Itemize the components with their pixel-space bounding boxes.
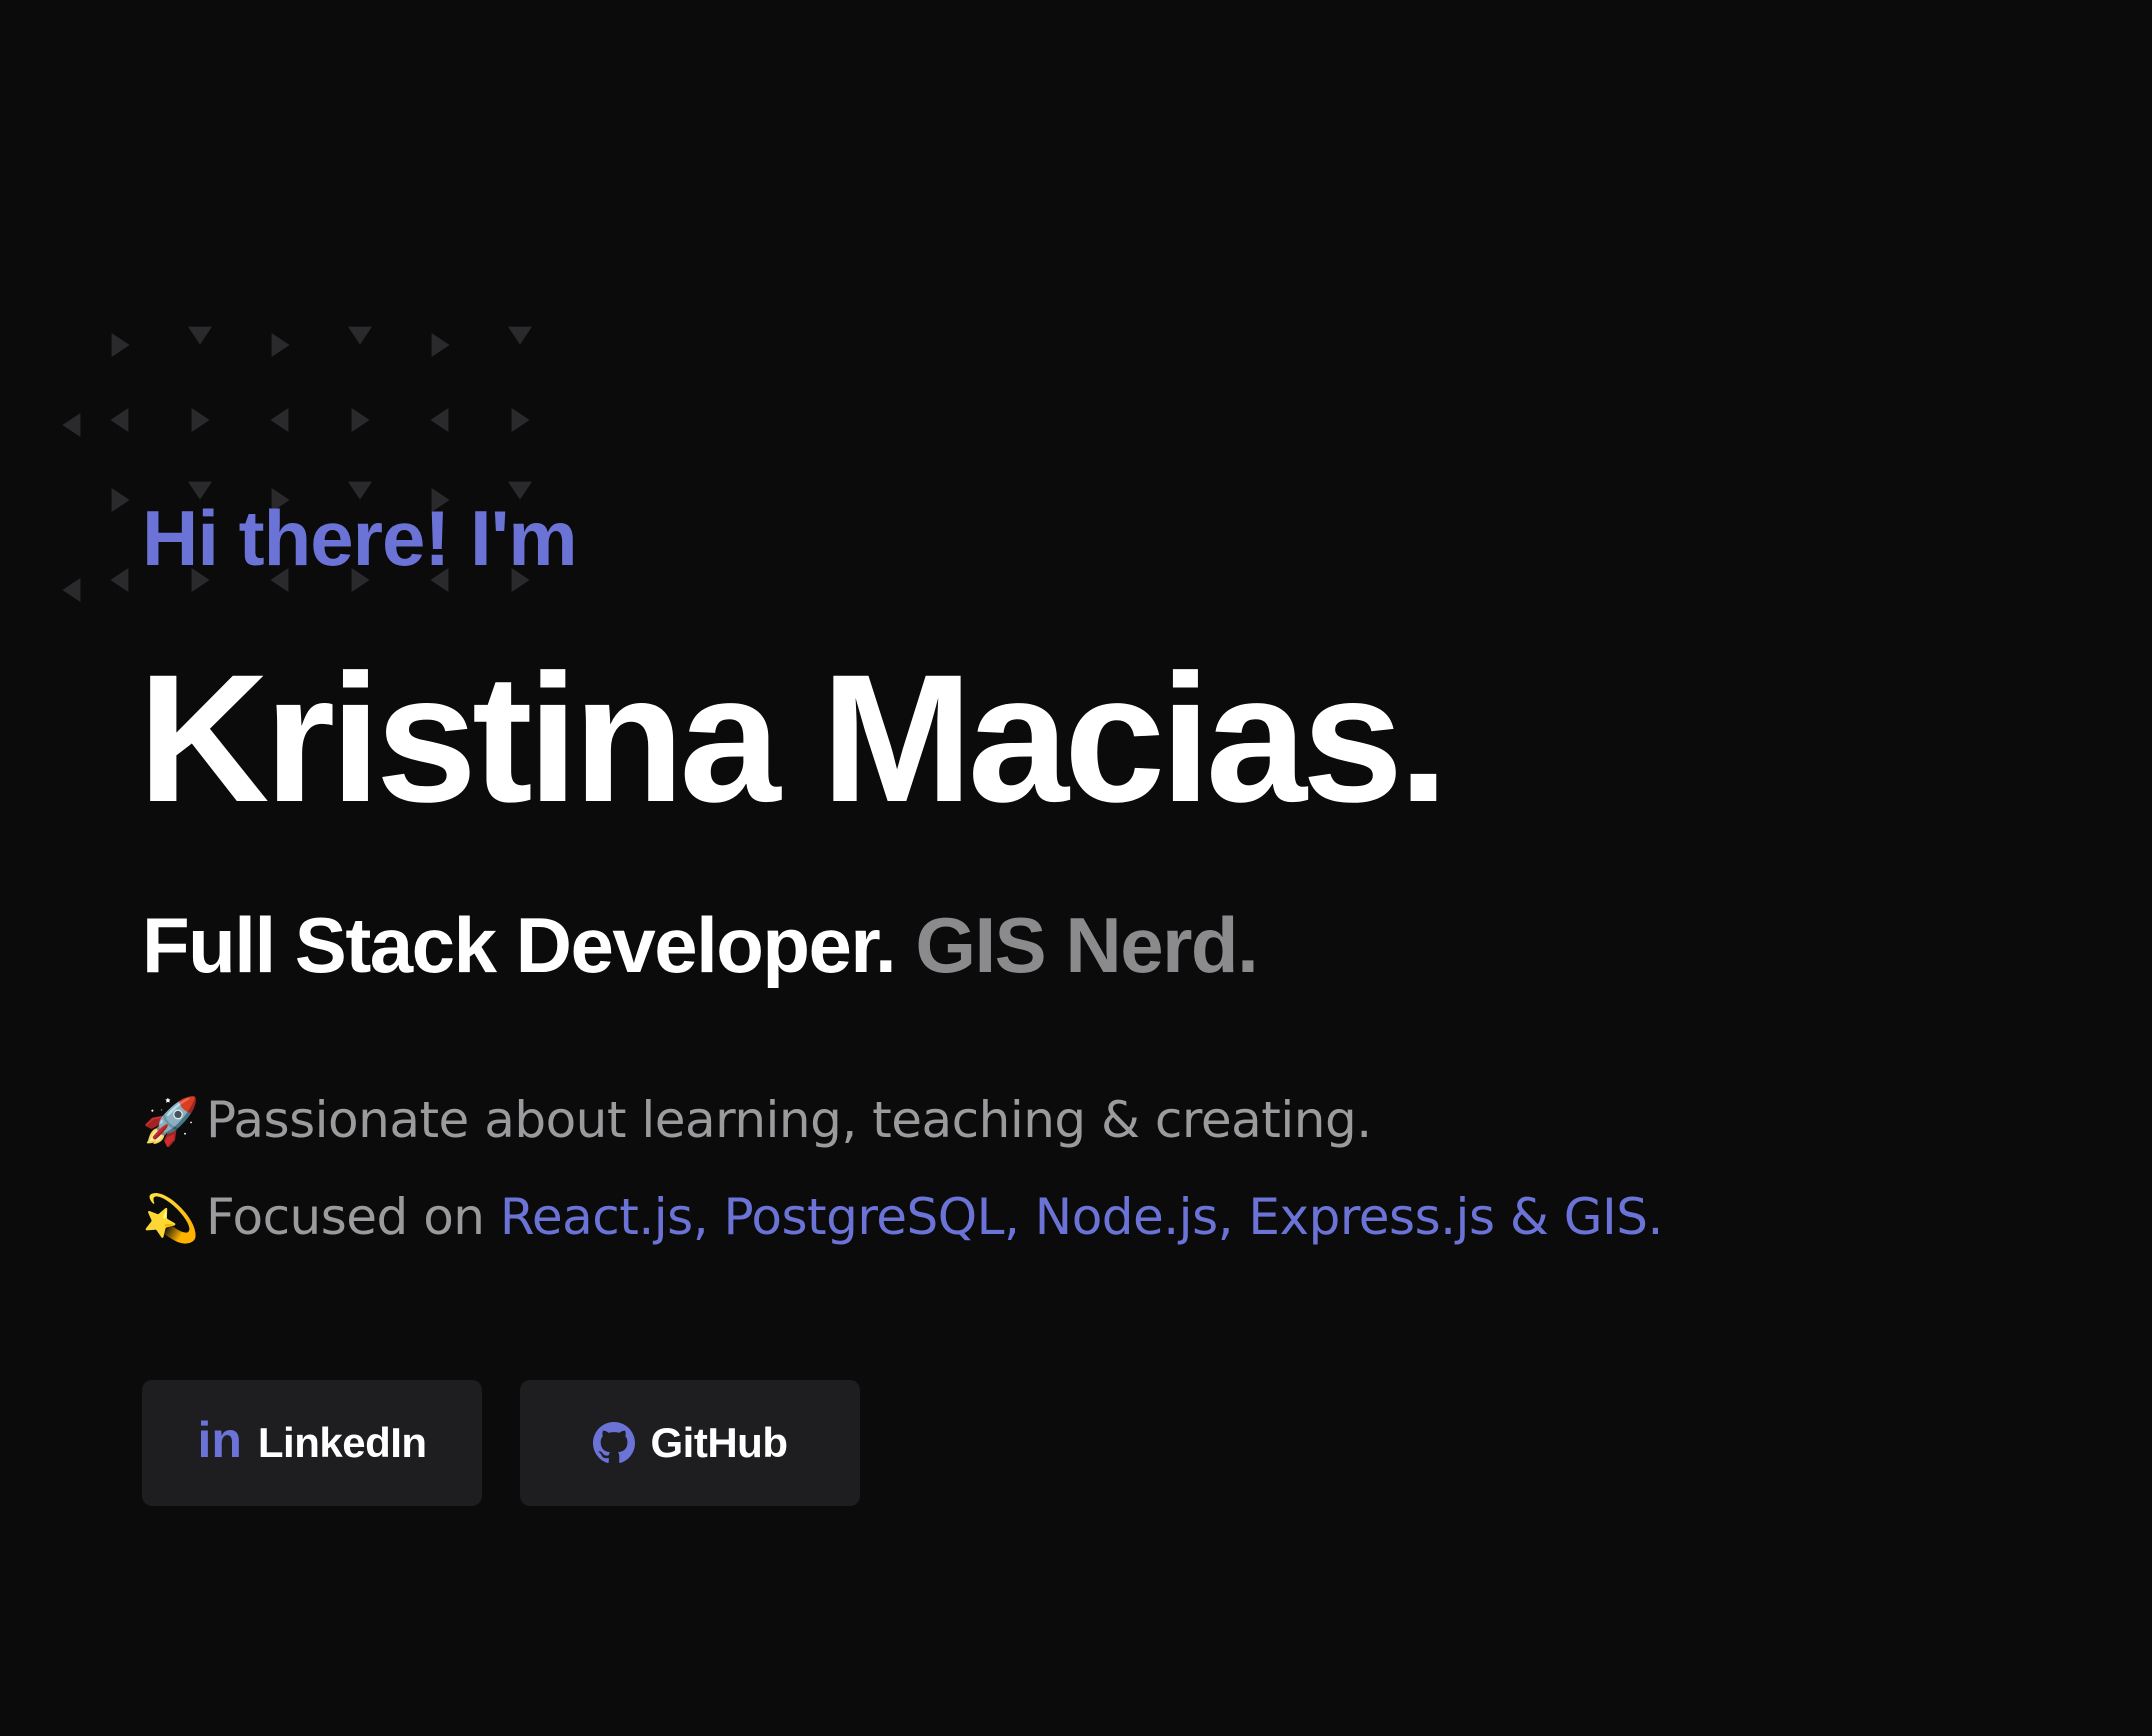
pattern-triangle xyxy=(62,578,80,602)
pattern-triangle xyxy=(62,413,80,437)
intro-line-passion: 🚀Passionate about learning, teaching & c… xyxy=(142,1088,1372,1153)
intro-line-focus: 💫Focused on React.js, PostgreSQL, Node.j… xyxy=(142,1185,1663,1250)
passion-text: Passionate about learning, teaching & cr… xyxy=(206,1091,1372,1149)
github-button[interactable]: GitHub xyxy=(520,1380,860,1506)
pattern-triangle xyxy=(112,333,130,357)
linkedin-button-label: LinkedIn xyxy=(258,1419,427,1467)
hero-section: Hi there! I'm Kristina Macias. Full Stac… xyxy=(142,0,2042,1736)
tagline-role: Full Stack Developer. xyxy=(142,901,895,989)
focus-prefix-text: Focused on xyxy=(206,1188,500,1246)
tagline-heading: Full Stack Developer. GIS Nerd. xyxy=(142,898,1257,992)
pattern-triangle xyxy=(110,568,128,592)
linkedin-button[interactable]: in LinkedIn xyxy=(142,1380,482,1506)
greeting-heading: Hi there! I'm xyxy=(142,493,577,583)
pattern-triangle xyxy=(112,488,130,512)
name-heading: Kristina Macias. xyxy=(138,638,1444,838)
pattern-triangle xyxy=(110,408,128,432)
focus-tech-list: React.js, PostgreSQL, Node.js, Express.j… xyxy=(500,1188,1663,1246)
dizzy-star-icon: 💫 xyxy=(142,1186,198,1250)
linkedin-icon: in xyxy=(197,1415,241,1465)
github-button-label: GitHub xyxy=(651,1419,788,1467)
github-icon xyxy=(593,1422,635,1464)
rocket-icon: 🚀 xyxy=(142,1089,198,1153)
tagline-secondary: GIS Nerd. xyxy=(915,901,1257,989)
